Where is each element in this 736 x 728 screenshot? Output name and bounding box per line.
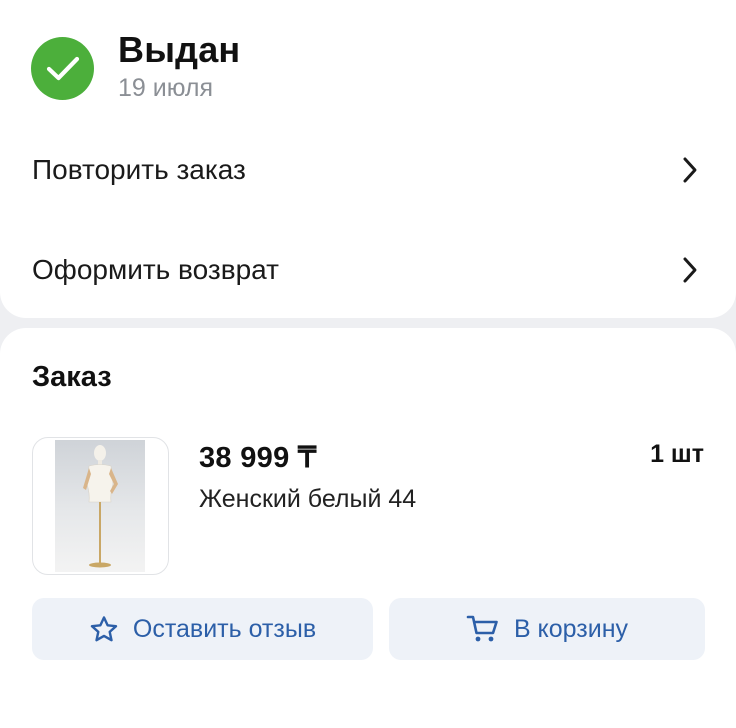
status-date: 19 июля — [118, 74, 214, 102]
product-quantity: 1 шт — [650, 440, 704, 468]
leave-review-button[interactable]: Оставить отзыв — [32, 598, 373, 660]
order-card: Заказ 38 999 ₸ 1 шт Женский белый 44 Ост… — [0, 328, 736, 728]
product-name[interactable]: Женский белый 44 — [199, 485, 416, 514]
leave-review-label: Оставить отзыв — [132, 614, 317, 643]
mannequin-photo — [55, 440, 145, 572]
repeat-order-row[interactable]: Повторить заказ — [0, 135, 736, 205]
product-price: 38 999 ₸ — [199, 442, 317, 474]
add-to-cart-label: В корзину — [513, 614, 629, 643]
check-icon — [31, 37, 94, 100]
order-status-card: Выдан 19 июля Повторить заказ Оформить в… — [0, 0, 736, 318]
product-thumbnail[interactable] — [32, 437, 169, 575]
chevron-right-icon — [683, 257, 697, 283]
status-title: Выдан — [118, 29, 241, 70]
chevron-right-icon — [683, 157, 697, 183]
repeat-order-label: Повторить заказ — [32, 154, 246, 185]
return-order-row[interactable]: Оформить возврат — [0, 235, 736, 305]
add-to-cart-button[interactable]: В корзину — [389, 598, 705, 660]
star-icon — [90, 616, 118, 642]
cart-icon — [466, 615, 498, 642]
return-order-label: Оформить возврат — [32, 254, 279, 285]
order-title: Заказ — [32, 361, 112, 393]
